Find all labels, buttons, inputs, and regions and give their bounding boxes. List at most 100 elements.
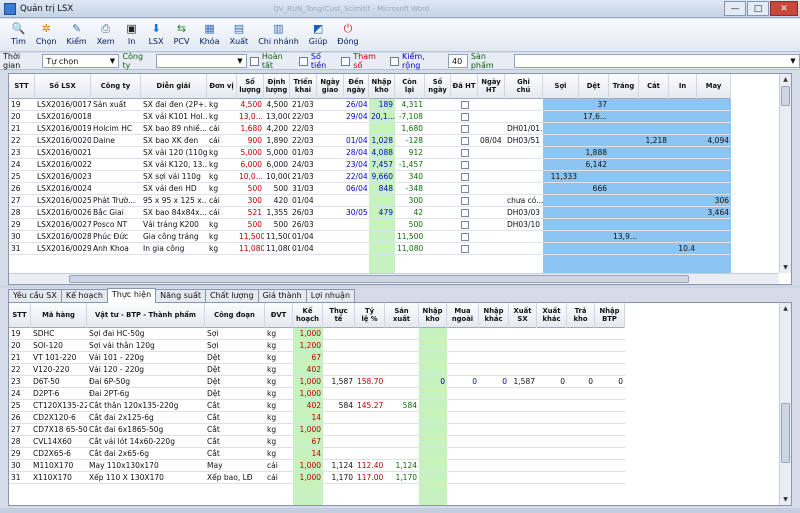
table-row[interactable]: 27 LSX2016/0025 Phát Trườ... 95 x 95 x 125 …: [9, 195, 731, 207]
table-row[interactable]: 28 LSX2016/0026 Bắc Giai SX bao 84x84x... cá…: [9, 207, 731, 219]
column-header[interactable]: Ngày HT: [478, 74, 505, 99]
product-select[interactable]: ▼: [513, 54, 800, 68]
column-header[interactable]: Vật tư - BTP - Thành phẩm: [87, 303, 205, 328]
table-row[interactable]: 25 LSX2016/0023 SX sợi vải 110g kg 10,0... 10…: [9, 171, 731, 183]
done-checkbox[interactable]: [460, 221, 469, 229]
done-checkbox[interactable]: [460, 125, 469, 133]
table-row[interactable]: 20 SOI-120 Sợi vải thân 120g Sợi kg 1,200: [9, 340, 625, 352]
column-header[interactable]: Xuất khác: [537, 303, 567, 328]
vertical-scrollbar[interactable]: ▲ ▼: [779, 303, 791, 505]
column-header[interactable]: Sản xuất: [385, 303, 419, 328]
scroll-thumb[interactable]: [69, 275, 689, 283]
done-checkbox[interactable]: [460, 197, 469, 205]
table-row[interactable]: 23 D6T-50 Đai 6P-50g Dệt kg 1,000 1,587 158.70 0…: [9, 376, 625, 388]
done-checkbox[interactable]: [460, 233, 469, 241]
column-header[interactable]: Tráng: [609, 74, 639, 99]
table-row[interactable]: 24 D2PT-6 Đai 2PT-6g Dệt kg 1,000: [9, 388, 625, 400]
amount-checkbox[interactable]: [298, 56, 308, 66]
scroll-up-icon[interactable]: ▲: [780, 74, 791, 85]
column-header[interactable]: Công ty: [91, 74, 141, 99]
column-header[interactable]: Nhập BTP: [595, 303, 625, 328]
tab-0[interactable]: Yêu cầu SX: [8, 289, 62, 302]
table-row[interactable]: 30 M110X170 May 110x130x170 May cái 1,000 1,12…: [9, 460, 625, 472]
table-row[interactable]: 20 LSX2016/0018 SX vải K101 Hol... kg 13,0..…: [9, 111, 731, 123]
toolbar-calendar-lock-button[interactable]: ▦ Khóa: [194, 19, 224, 46]
toolbar-preview-button[interactable]: ⎙ Xem: [92, 19, 120, 46]
minimize-button[interactable]: —: [724, 1, 746, 16]
column-header[interactable]: Mua ngoài: [447, 303, 479, 328]
table-row[interactable]: 29 CD2X65-6 Cắt đai 2x65-6g Cắt kg 14: [9, 448, 625, 460]
column-header[interactable]: STT: [9, 74, 35, 99]
table-row[interactable]: 26 CD2X120-6 Cắt đai 2x125-6g Cắt kg 14: [9, 412, 625, 424]
tab-3[interactable]: Năng suất: [155, 289, 207, 302]
column-header[interactable]: Đã HT: [451, 74, 478, 99]
column-header[interactable]: Ngày giao: [317, 74, 344, 99]
table-row[interactable]: 23 LSX2016/0021 SX vải 120 (110g) kg 5,000 5,…: [9, 147, 731, 159]
check-width-checkbox[interactable]: [390, 56, 400, 66]
vertical-scrollbar[interactable]: ▲ ▼: [779, 74, 791, 273]
tab-2[interactable]: Thực hiện: [106, 288, 157, 303]
table-row[interactable]: 26 LSX2016/0024 SX vải đen HD kg 500 500 31/03…: [9, 183, 731, 195]
table-row[interactable]: 21 VT 101-220 Vải 101 - 220g Dệt kg 67: [9, 352, 625, 364]
toolbar-branch-button[interactable]: ▥ Chi nhánh: [253, 19, 304, 46]
column-header[interactable]: Nhập kho: [419, 303, 447, 328]
check-width-input[interactable]: 40: [448, 54, 468, 68]
column-header[interactable]: Định lượng: [264, 74, 290, 99]
done-checkbox[interactable]: [460, 185, 469, 193]
column-header[interactable]: Nhập khác: [479, 303, 509, 328]
toolbar-help-button[interactable]: ◩ Giúp: [304, 19, 333, 46]
column-header[interactable]: In: [669, 74, 697, 99]
time-select[interactable]: Tự chọn ▼: [42, 54, 120, 68]
column-header[interactable]: Xuất SX: [509, 303, 537, 328]
toolbar-export-button[interactable]: ▤ Xuất: [225, 19, 254, 46]
column-header[interactable]: Dệt: [579, 74, 609, 99]
done-checkbox[interactable]: [460, 161, 469, 169]
scroll-thumb[interactable]: [781, 86, 790, 106]
done-checkbox[interactable]: [460, 173, 469, 181]
toolbar-gear-button[interactable]: ✲ Chọn: [31, 19, 62, 46]
table-row[interactable]: 22 V120-220 Vải 120 - 220g Dệt kg 402: [9, 364, 625, 376]
toolbar-download-button[interactable]: ⬇ LSX: [144, 19, 169, 46]
column-header[interactable]: Số LSX: [35, 74, 91, 99]
table-row[interactable]: 19 LSX2016/0017 Sản xuất SX đai đen (2P+...…: [9, 99, 731, 111]
toolbar-search-button[interactable]: 🔍 Tìm: [6, 19, 31, 46]
column-header[interactable]: Ghi chú: [505, 74, 543, 99]
done-checkbox[interactable]: [460, 137, 469, 145]
column-header[interactable]: Sợi: [543, 74, 579, 99]
column-header[interactable]: Đơn vị: [207, 74, 237, 99]
done-checkbox[interactable]: [460, 113, 469, 121]
table-row[interactable]: 28 CVL14X60 Cắt vải lót 14x60-220g Cắt kg 67: [9, 436, 625, 448]
column-header[interactable]: Tỷ lệ %: [355, 303, 385, 328]
scroll-down-icon[interactable]: ▼: [780, 494, 791, 505]
company-select[interactable]: ▼: [156, 54, 247, 68]
maximize-button[interactable]: □: [747, 1, 769, 16]
column-header[interactable]: May: [697, 74, 731, 99]
column-header[interactable]: Công đoạn: [205, 303, 265, 328]
column-header[interactable]: Đến ngày: [344, 74, 369, 99]
scroll-thumb[interactable]: [781, 403, 790, 463]
table-row[interactable]: 21 LSX2016/0019 Holcim HC SX bao 89 nhiề...…: [9, 123, 731, 135]
table-row[interactable]: 24 LSX2016/0022 SX vải K120, 13... kg 6,000 6…: [9, 159, 731, 171]
param-checkbox[interactable]: [341, 56, 351, 66]
table-row[interactable]: 30 LSX2016/0028 Phúc Đức Gia công tráng kg 11…: [9, 231, 731, 243]
done-checkbox[interactable]: [460, 245, 469, 253]
scroll-up-icon[interactable]: ▲: [780, 303, 791, 314]
done-checkbox[interactable]: [460, 209, 469, 217]
toolbar-power-button[interactable]: ⏻ Đóng: [332, 19, 363, 46]
table-row[interactable]: 22 LSX2016/0020 Daine SX bao XK đen cái 900 1,…: [9, 135, 731, 147]
column-header[interactable]: STT: [9, 303, 31, 328]
column-header[interactable]: Trả kho: [567, 303, 595, 328]
tab-4[interactable]: Chất lượng: [205, 289, 259, 302]
toolbar-transfer-button[interactable]: ⇆ PCV: [169, 19, 195, 46]
close-button[interactable]: ✕: [770, 1, 798, 16]
done-checkbox[interactable]: [249, 56, 259, 66]
tab-5[interactable]: Giá thành: [257, 289, 307, 302]
column-header[interactable]: Kế hoạch: [293, 303, 323, 328]
tab-6[interactable]: Lợi nhuận: [305, 289, 356, 302]
table-row[interactable]: 27 CD7X18 65-50 Cắt đai 6x1865-50g Cắt kg 1,0…: [9, 424, 625, 436]
column-header[interactable]: Thực tế: [323, 303, 355, 328]
column-header[interactable]: Nhập kho: [369, 74, 395, 99]
column-header[interactable]: ĐVT: [265, 303, 293, 328]
table-row[interactable]: 29 LSX2016/0027 Posco NT Vải tráng K200 kg 50…: [9, 219, 731, 231]
column-header[interactable]: Còn lại: [395, 74, 425, 99]
